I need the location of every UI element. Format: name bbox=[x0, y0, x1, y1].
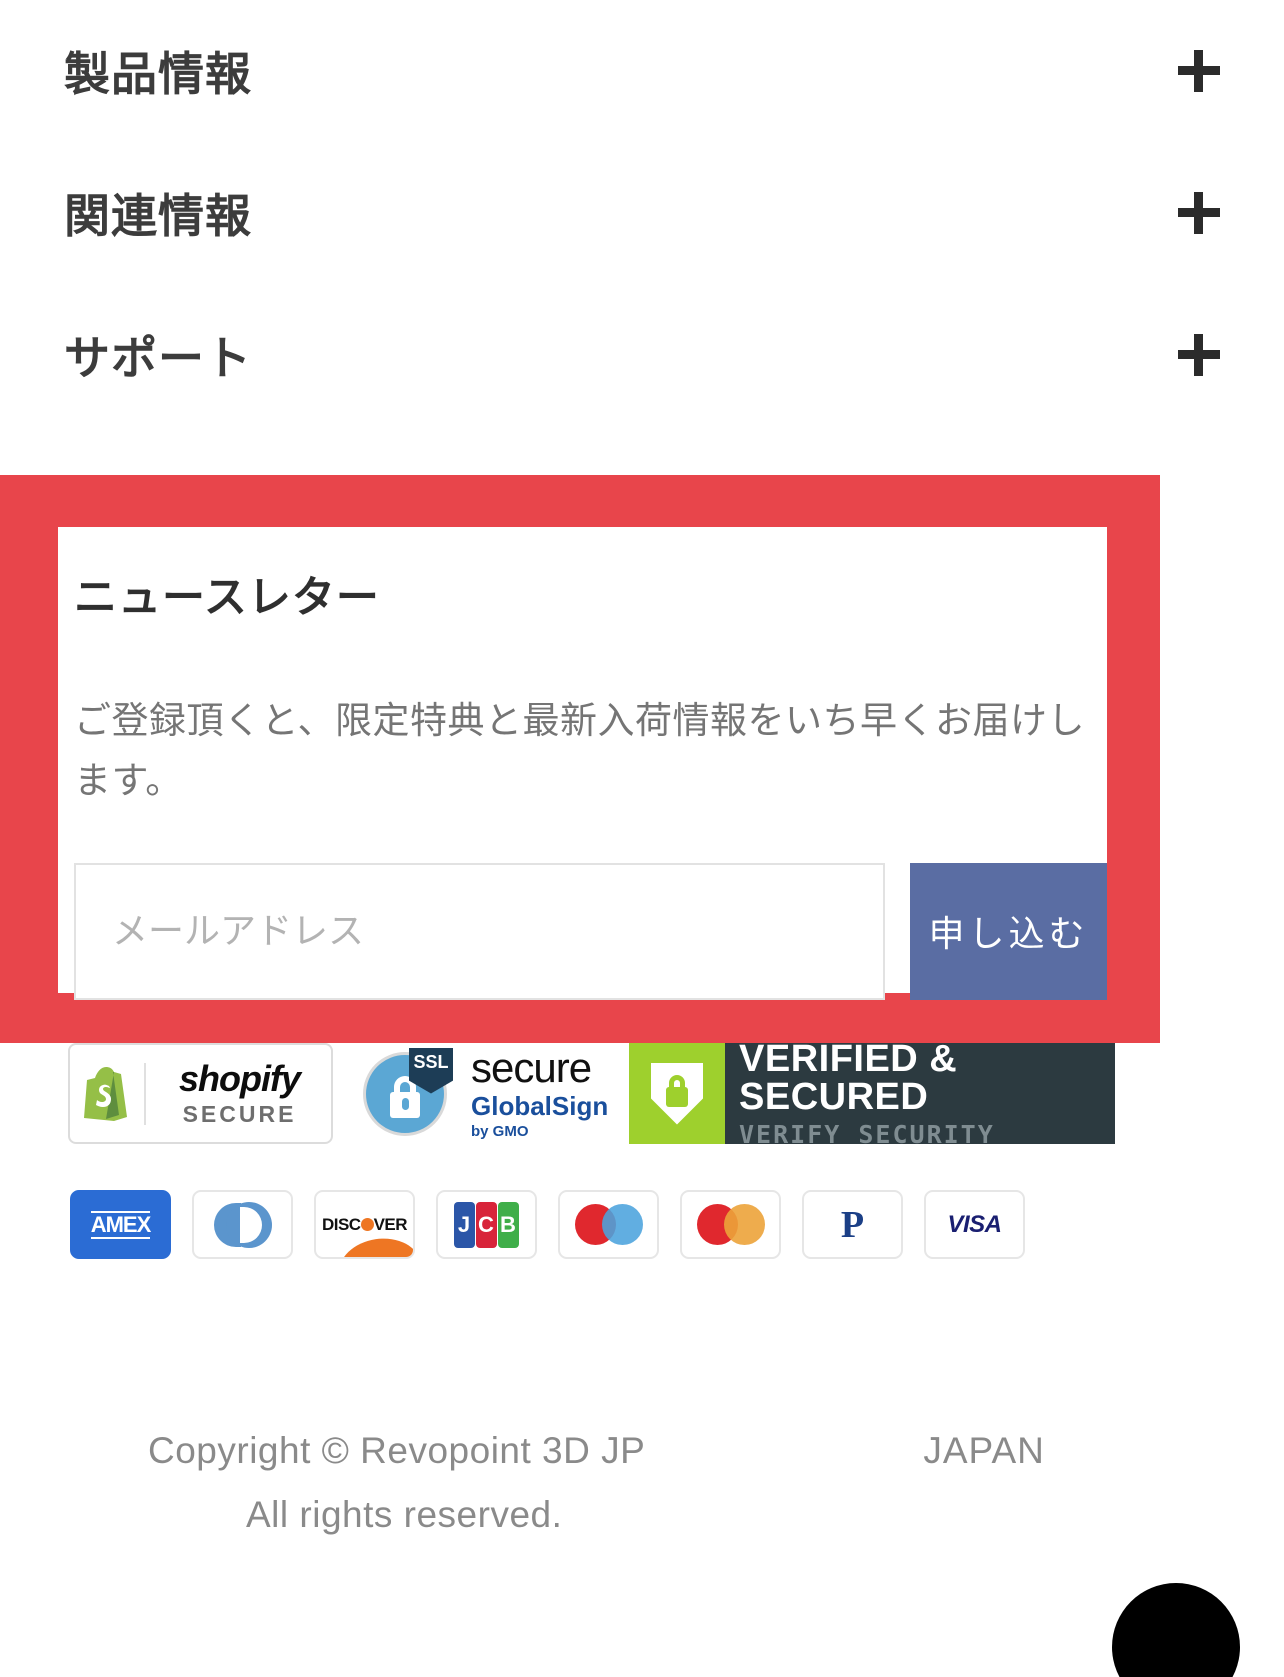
accordion-label: サポート bbox=[64, 332, 252, 384]
accordion-item-related-info[interactable]: 関連情報 bbox=[64, 142, 1220, 284]
mastercard-icon[interactable] bbox=[680, 1190, 781, 1259]
shopify-secure-label: SECURE bbox=[182, 1101, 297, 1127]
amex-label: AMEX bbox=[90, 1210, 151, 1239]
badge-shopify-secure[interactable]: shopify SECURE bbox=[68, 1043, 333, 1144]
globalsign-text: secure GlobalSign by GMO bbox=[469, 1047, 608, 1140]
newsletter-submit-button[interactable]: 申し込む bbox=[910, 862, 1107, 1000]
globalsign-brand: GlobalSign bbox=[471, 1091, 609, 1122]
discover-label: DISC VER bbox=[321, 1214, 408, 1234]
copyright-text: Copyright © Revopoint 3D JP bbox=[148, 1430, 646, 1471]
rights-reserved-text: All rights reserved. bbox=[246, 1494, 563, 1535]
badge-godaddy-verified[interactable]: GODADDY VERIFIED & SECURED VERIFY SECURI… bbox=[629, 1012, 1115, 1149]
jcb-c: C bbox=[475, 1201, 497, 1248]
accordion-label: 製品情報 bbox=[64, 48, 252, 100]
newsletter-description: ご登録頂くと、限定特典と最新入荷情報をいち早くお届けします。 bbox=[74, 700, 1086, 801]
godaddy-verified-label: VERIFIED & SECURED bbox=[739, 1037, 958, 1118]
godaddy-text: GODADDY VERIFIED & SECURED VERIFY SECURI… bbox=[725, 1012, 1115, 1149]
visa-label: VISA bbox=[947, 1210, 1002, 1238]
paypal-label: P bbox=[840, 1203, 865, 1246]
newsletter-card: ニュースレター ご登録頂くと、限定特典と最新入荷情報をいち早くお届けします。 申… bbox=[58, 527, 1107, 1000]
jcb-icon[interactable]: J C B bbox=[436, 1190, 537, 1259]
payment-methods-row: AMEX DISC VER J C B P VISA bbox=[70, 1190, 1025, 1259]
accordion-item-support[interactable]: サポート bbox=[64, 284, 1220, 426]
discover-icon[interactable]: DISC VER bbox=[314, 1190, 415, 1259]
shopify-text: shopify SECURE bbox=[146, 1061, 331, 1126]
badge-globalsign-secure[interactable]: SSL secure GlobalSign by GMO bbox=[361, 1043, 608, 1144]
email-input[interactable] bbox=[74, 862, 886, 1000]
plus-icon[interactable] bbox=[1178, 50, 1220, 92]
accordion-item-product-info[interactable]: 製品情報 bbox=[64, 0, 1220, 142]
chat-widget-button[interactable] bbox=[1112, 1583, 1240, 1677]
godaddy-verify-security-label: VERIFY SECURITY bbox=[739, 1119, 995, 1149]
shield-lock-icon bbox=[629, 1043, 725, 1144]
diners-icon[interactable] bbox=[192, 1190, 293, 1259]
plus-icon[interactable] bbox=[1178, 334, 1220, 376]
newsletter-form: 申し込む bbox=[74, 862, 1107, 1000]
footer-legal: Copyright © Revopoint 3D JP JAPAN All ri… bbox=[0, 1430, 1284, 1536]
paypal-icon[interactable]: P bbox=[802, 1190, 903, 1259]
maestro-icon[interactable] bbox=[558, 1190, 659, 1259]
visa-icon[interactable]: VISA bbox=[924, 1190, 1025, 1259]
trust-badges-row: shopify SECURE SSL secure GlobalSign by … bbox=[68, 1012, 1115, 1149]
shopify-bag-icon bbox=[70, 1066, 144, 1122]
plus-icon[interactable] bbox=[1178, 192, 1220, 234]
jcb-j: J bbox=[453, 1201, 475, 1248]
padlock-icon: SSL bbox=[361, 1047, 453, 1138]
newsletter-title: ニュースレター bbox=[74, 574, 380, 622]
discover-swoosh bbox=[335, 1233, 413, 1257]
globalsign-by-gmo: by GMO bbox=[471, 1122, 529, 1140]
globalsign-secure-label: secure bbox=[471, 1044, 592, 1092]
jcb-b: B bbox=[497, 1201, 519, 1248]
footer-accordion: 製品情報 関連情報 サポート bbox=[0, 0, 1284, 426]
amex-icon[interactable]: AMEX bbox=[70, 1190, 171, 1259]
region-label[interactable]: JAPAN bbox=[923, 1430, 1045, 1472]
accordion-label: 関連情報 bbox=[64, 190, 252, 242]
shopify-wordmark: shopify bbox=[178, 1058, 301, 1099]
